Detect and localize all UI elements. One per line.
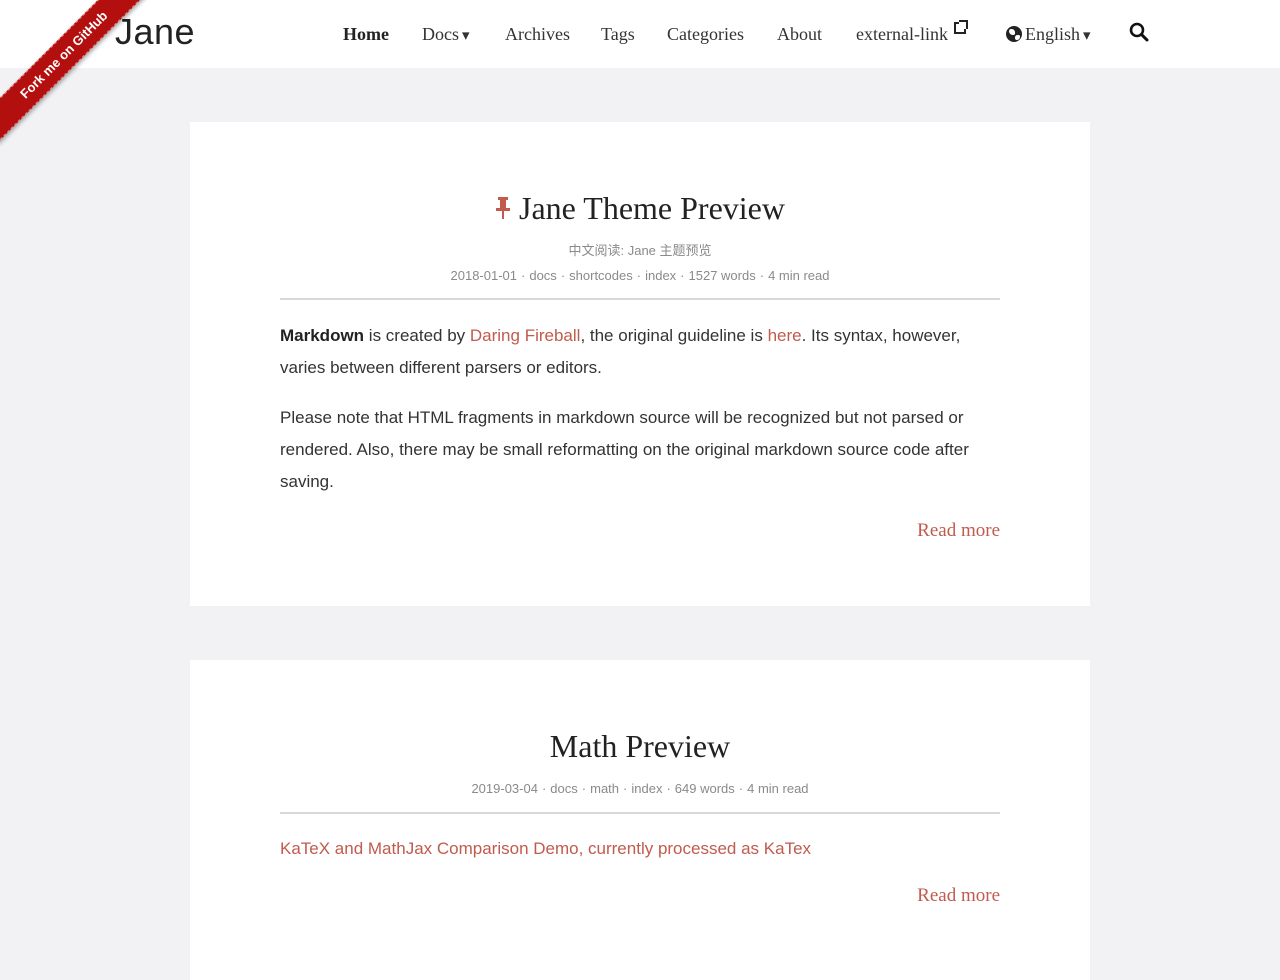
post-tag[interactable]: math: [590, 781, 619, 796]
fork-ribbon: Fork me on GitHub: [0, 0, 150, 150]
post-word-count: 1527 words: [688, 268, 756, 283]
external-link-icon: [953, 20, 968, 34]
daring-fireball-link[interactable]: Daring Fireball: [470, 326, 581, 345]
katex-demo-link[interactable]: KaTeX and MathJax Comparison Demo, curre…: [280, 839, 811, 858]
post-title-link[interactable]: Jane Theme Preview: [519, 190, 785, 226]
post-divider: [280, 812, 1000, 814]
chevron-down-icon: ▾: [1083, 28, 1091, 44]
post-tag[interactable]: shortcodes: [569, 268, 633, 283]
pin-icon: [496, 196, 510, 219]
post-date: 2018-01-01: [450, 268, 518, 283]
excerpt-text: , the original guideline is: [580, 326, 768, 345]
post-tag[interactable]: index: [645, 268, 676, 283]
search-icon[interactable]: [1129, 22, 1149, 42]
post-excerpt: Markdown is created by Daring Fireball, …: [280, 320, 1000, 516]
nav-item-archives[interactable]: Archives: [505, 22, 570, 46]
excerpt-paragraph: Please note that HTML fragments in markd…: [280, 408, 969, 491]
post-translation-link[interactable]: 中文阅读: Jane 主题预览: [190, 240, 1090, 259]
post-category[interactable]: docs: [550, 781, 577, 796]
nav-item-external-link[interactable]: external-link: [856, 20, 968, 46]
main-nav: Home Docs ▾ Archives Tags Categories Abou…: [0, 0, 1280, 68]
post-card: Jane Theme Preview 中文阅读: Jane 主题预览 2018-…: [190, 122, 1090, 606]
excerpt-paragraph: KaTeX and MathJax Comparison Demo, curre…: [280, 833, 1000, 865]
nav-item-docs[interactable]: Docs ▾: [422, 22, 470, 48]
nav-item-tags[interactable]: Tags: [601, 22, 635, 46]
excerpt-bold-term: Markdown: [280, 326, 365, 345]
post-excerpt: KaTeX and MathJax Comparison Demo, curre…: [280, 833, 1000, 883]
language-label: English: [1025, 24, 1081, 44]
post-word-count: 649 words: [674, 781, 735, 796]
nav-item-docs-label: Docs: [422, 24, 459, 44]
guideline-link[interactable]: here: [768, 326, 802, 345]
nav-item-about[interactable]: About: [777, 22, 822, 46]
post-title: Jane Theme Preview: [190, 188, 1090, 228]
site-header: Jane Home Docs ▾ Archives Tags Categories…: [0, 0, 1280, 68]
post-meta: 2019-03-04 · docs · math · index · 649 words · 4 m…: [471, 781, 809, 796]
read-more-link[interactable]: Read more: [917, 885, 1000, 907]
post-date: 2019-03-04: [471, 781, 538, 796]
globe-icon: [1006, 25, 1022, 42]
excerpt-text: is created by: [364, 326, 470, 345]
post-title-link[interactable]: Math Preview: [550, 728, 730, 764]
post-card: Math Preview 2019-03-04 · docs · math · index ·…: [190, 660, 1090, 980]
fork-me-on-github-link[interactable]: Fork me on GitHub: [0, 0, 150, 144]
post-tag[interactable]: index: [631, 781, 662, 796]
excerpt-paragraph: Markdown is created by Daring Fireball, …: [280, 320, 1000, 384]
post-category[interactable]: docs: [529, 268, 556, 283]
nav-item-external-link-label: external-link: [856, 24, 948, 44]
read-more-link[interactable]: Read more: [917, 520, 1000, 542]
post-meta: 2018-01-01 · docs · shortcodes · index · 1527 wo…: [450, 268, 830, 283]
chevron-down-icon: ▾: [462, 28, 470, 44]
post-title: Math Preview: [190, 726, 1090, 766]
nav-item-categories[interactable]: Categories: [667, 22, 744, 46]
post-read-time: 4 min read: [747, 781, 809, 796]
post-divider: [280, 298, 1000, 300]
post-read-time: 4 min read: [768, 268, 830, 283]
language-selector[interactable]: English ▾: [1006, 22, 1091, 48]
nav-item-home[interactable]: Home: [343, 22, 389, 46]
